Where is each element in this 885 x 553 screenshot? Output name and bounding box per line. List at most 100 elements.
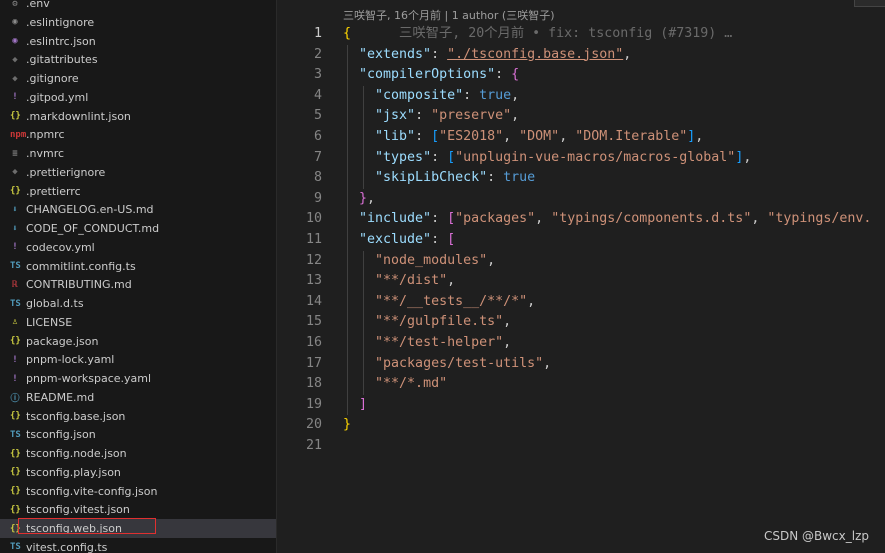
markdown-icon: ⬇ bbox=[12, 204, 18, 215]
code-line[interactable]: 4 "composite": true, bbox=[277, 86, 885, 106]
line-number: 9 bbox=[313, 190, 322, 206]
file-item[interactable]: ! pnpm-lock.yaml bbox=[0, 350, 276, 369]
code-line[interactable]: 12 "node_modules", bbox=[277, 251, 885, 271]
file-label: vitest.config.ts bbox=[26, 540, 108, 553]
code-text: } bbox=[343, 417, 352, 433]
code-line[interactable]: 15 "**/gulpfile.ts", bbox=[277, 312, 885, 332]
file-label: package.json bbox=[26, 334, 99, 348]
file-item[interactable]: TS global.d.ts bbox=[0, 294, 276, 313]
code-line[interactable]: 2 "extends": "./tsconfig.base.json", bbox=[277, 45, 885, 65]
file-label: .gitattributes bbox=[26, 53, 98, 67]
json-icon: {} bbox=[10, 448, 21, 459]
file-label: tsconfig.play.json bbox=[26, 465, 121, 479]
line-number: 8 bbox=[313, 170, 322, 186]
code-text: "skipLibCheck": true bbox=[375, 170, 536, 186]
file-item[interactable]: ◆ .gitignore bbox=[0, 69, 276, 88]
code-editor[interactable]: 三咲智子, 16个月前 | 1 author (三咲智子) 1 { 三咲智子, 2… bbox=[277, 0, 885, 553]
file-item[interactable]: TS commitlint.config.ts bbox=[0, 257, 276, 276]
file-item[interactable]: {} .markdownlint.json bbox=[0, 107, 276, 126]
file-item[interactable]: {} tsconfig.vitest.json bbox=[0, 500, 276, 519]
file-item[interactable]: ⬇ CHANGELOG.en-US.md bbox=[0, 200, 276, 219]
file-item[interactable]: TS tsconfig.json bbox=[0, 425, 276, 444]
code-line[interactable]: 16 "**/test-helper", bbox=[277, 333, 885, 353]
line-number: 12 bbox=[305, 252, 322, 268]
prettier-icon: ◆ bbox=[12, 167, 18, 178]
code-line[interactable]: 14 "**/__tests__/**/*", bbox=[277, 292, 885, 312]
file-item[interactable]: ◉ .eslintrc.json bbox=[0, 32, 276, 51]
file-label: .eslintignore bbox=[26, 15, 95, 29]
typescript-icon: TS bbox=[10, 298, 21, 309]
code-line[interactable]: 6 "lib": ["ES2018", "DOM", "DOM.Iterable… bbox=[277, 127, 885, 147]
code-text: "packages/test-utils", bbox=[375, 355, 552, 371]
file-item[interactable]: ⚙ .env bbox=[0, 0, 276, 13]
code-line[interactable]: 5 "jsx": "preserve", bbox=[277, 106, 885, 126]
file-item[interactable]: ℝ CONTRIBUTING.md bbox=[0, 275, 276, 294]
file-label: .nvmrc bbox=[26, 147, 65, 160]
code-line[interactable]: 1 { 三咲智子, 20个月前 • fix: tsconfig (#7319) … bbox=[277, 24, 885, 44]
file-label: CHANGELOG.en-US.md bbox=[26, 203, 154, 217]
watermark-text: CSDN @Bwcx_lzp bbox=[763, 529, 869, 543]
file-label: pnpm-lock.yaml bbox=[26, 353, 115, 367]
file-item[interactable]: ⓘ README.md bbox=[0, 388, 276, 407]
file-explorer: ⚙ .env ◉ .eslintignore ◉ .eslintrc.json ◆ .gita… bbox=[0, 0, 277, 553]
line-number: 18 bbox=[305, 376, 322, 392]
file-item[interactable]: TS vitest.config.ts bbox=[0, 538, 276, 553]
code-line[interactable]: 9 }, bbox=[277, 189, 885, 209]
line-number: 20 bbox=[305, 417, 322, 433]
file-item[interactable]: {} tsconfig.base.json bbox=[0, 407, 276, 426]
code-line[interactable]: 10 "include": ["packages", "typings/comp… bbox=[277, 209, 885, 229]
code-line[interactable]: 8 "skipLibCheck": true bbox=[277, 168, 885, 188]
file-label: global.d.ts bbox=[26, 297, 84, 310]
file-item[interactable]: ! codecov.yml bbox=[0, 238, 276, 257]
code-text: "extends": "./tsconfig.base.json", bbox=[359, 46, 632, 62]
code-line[interactable]: 7 "types": ["unplugin-vue-macros/macros-… bbox=[277, 148, 885, 168]
file-label: tsconfig.web.json bbox=[26, 522, 122, 535]
file-item[interactable]: ≡ .nvmrc bbox=[0, 144, 276, 163]
yaml-icon: ! bbox=[12, 373, 18, 384]
markdown-icon: ⬇ bbox=[12, 223, 18, 234]
file-item[interactable]: {} tsconfig.play.json bbox=[0, 463, 276, 482]
code-line[interactable]: 3 "compilerOptions": { bbox=[277, 65, 885, 85]
file-label: tsconfig.base.json bbox=[26, 409, 126, 423]
line-number: 10 bbox=[305, 211, 322, 227]
file-label: .gitignore bbox=[26, 72, 79, 85]
file-item[interactable]: {} tsconfig.node.json bbox=[0, 444, 276, 463]
file-item[interactable]: ! pnpm-workspace.yaml bbox=[0, 369, 276, 388]
code-line[interactable]: 18 "**/*.md" bbox=[277, 374, 885, 394]
file-item[interactable]: ◉ .eslintignore bbox=[0, 13, 276, 32]
file-label: tsconfig.json bbox=[26, 428, 96, 442]
code-line[interactable]: 11 "exclude": [ bbox=[277, 230, 885, 250]
code-line[interactable]: 17 "packages/test-utils", bbox=[277, 354, 885, 374]
line-number: 17 bbox=[305, 355, 322, 371]
json-icon: {} bbox=[10, 186, 21, 196]
codelens-blame-header[interactable]: 三咲智子, 16个月前 | 1 author (三咲智子) bbox=[343, 7, 555, 23]
file-label: .eslintrc.json bbox=[26, 34, 96, 48]
code-text: "jsx": "preserve", bbox=[375, 108, 520, 124]
eslint-icon: ◉ bbox=[12, 17, 18, 28]
file-item[interactable]: {} .prettierrc bbox=[0, 182, 276, 201]
code-line[interactable]: 13 "**/dist", bbox=[277, 271, 885, 291]
git-icon: ◆ bbox=[12, 73, 18, 84]
file-item[interactable]: ◆ .prettierignore bbox=[0, 163, 276, 182]
code-line[interactable]: 20} bbox=[277, 415, 885, 435]
file-item[interactable]: ! .gitpod.yml bbox=[0, 88, 276, 107]
code-line[interactable]: 19 ] bbox=[277, 395, 885, 415]
eslint-icon: ◉ bbox=[12, 36, 18, 46]
line-number: 1 bbox=[313, 26, 322, 41]
indent-guide bbox=[347, 44, 348, 416]
file-item[interactable]: ♙ LICENSE bbox=[0, 313, 276, 332]
code-text: { 三咲智子, 20个月前 • fix: tsconfig (#7319) … bbox=[343, 26, 733, 41]
code-line[interactable]: 21 bbox=[277, 436, 885, 456]
file-item[interactable]: ⬇ CODE_OF_CONDUCT.md bbox=[0, 219, 276, 238]
file-item[interactable]: ◆ .gitattributes bbox=[0, 50, 276, 69]
file-label: tsconfig.node.json bbox=[26, 447, 127, 460]
git-icon: ◆ bbox=[12, 54, 18, 65]
line-number: 15 bbox=[305, 314, 322, 330]
file-item[interactable]: {} tsconfig.web.json bbox=[0, 519, 276, 538]
file-item[interactable]: {} tsconfig.vite-config.json bbox=[0, 482, 276, 501]
contributing-icon: ℝ bbox=[12, 279, 18, 290]
file-item[interactable]: npm .npmrc bbox=[0, 125, 276, 144]
file-item[interactable]: {} package.json bbox=[0, 332, 276, 351]
lines-icon: ≡ bbox=[12, 148, 18, 159]
file-label: .prettierignore bbox=[26, 165, 106, 179]
